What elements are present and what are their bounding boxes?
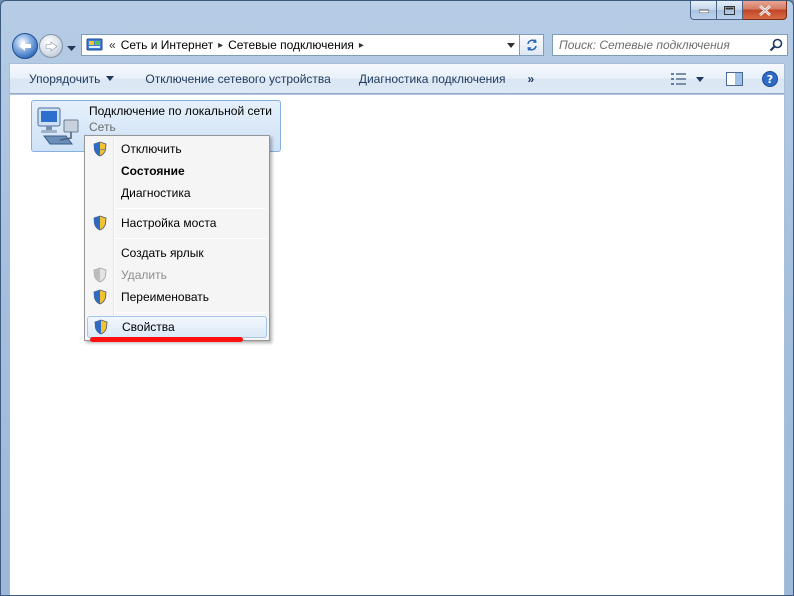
menu-item-diagnostics[interactable]: Диагностика	[87, 182, 267, 204]
menu-item-delete[interactable]: Удалить	[87, 264, 267, 286]
breadcrumb-separator[interactable]: ▸	[354, 40, 369, 51]
back-button[interactable]	[12, 33, 38, 59]
chevron-down-icon	[67, 46, 76, 51]
maximize-icon	[724, 5, 735, 15]
menu-separator	[115, 312, 266, 313]
chevron-down-icon	[106, 76, 115, 81]
uac-shield-icon	[87, 141, 113, 157]
menu-separator	[115, 238, 266, 239]
menu-item-properties[interactable]: Свойства	[87, 316, 267, 338]
menu-item-status[interactable]: Состояние	[87, 160, 267, 182]
breadcrumb-separator[interactable]: ▸	[213, 40, 228, 51]
menu-item-label: Свойства	[122, 320, 175, 334]
minimize-button[interactable]	[690, 1, 717, 20]
diagnose-connection-button[interactable]: Диагностика подключения	[341, 72, 516, 86]
search-placeholder[interactable]: Поиск: Сетевые подключения	[553, 38, 765, 52]
menu-item-create-shortcut[interactable]: Создать ярлык	[87, 242, 267, 264]
chevron-down-icon	[696, 76, 704, 82]
breadcrumb-network-connections[interactable]: Сетевые подключения	[228, 38, 354, 52]
organize-button[interactable]: Упорядочить	[10, 72, 124, 86]
close-icon	[758, 4, 771, 16]
forward-button[interactable]	[39, 34, 63, 58]
menu-item-label: Создать ярлык	[121, 246, 204, 260]
svg-text:?: ?	[767, 73, 773, 86]
refresh-icon	[526, 39, 537, 51]
menu-separator	[115, 208, 266, 209]
connection-status: Сеть	[89, 120, 116, 134]
disconnect-device-button[interactable]: Отключение сетевого устройства	[124, 72, 340, 86]
command-bar: Упорядочить Отключение сетевого устройст…	[9, 63, 785, 94]
control-panel-icon	[86, 37, 104, 53]
refresh-button[interactable]	[520, 34, 544, 56]
view-options-dropdown[interactable]	[696, 69, 704, 89]
forward-arrow-icon	[45, 40, 57, 52]
uac-shield-icon	[87, 289, 113, 305]
disconnect-device-label: Отключение сетевого устройства	[145, 71, 331, 86]
more-commands-button[interactable]: »	[516, 72, 545, 86]
menu-item-bridge[interactable]: Настройка моста	[87, 212, 267, 234]
help-icon: ?	[762, 71, 778, 87]
menu-item-rename[interactable]: Переименовать	[87, 286, 267, 308]
back-arrow-icon	[19, 41, 31, 51]
context-menu: Отключить Состояние Диагностика Настройк…	[84, 135, 270, 341]
help-button[interactable]: ?	[762, 69, 778, 89]
search-box[interactable]: Поиск: Сетевые подключения	[552, 34, 788, 56]
minimize-icon	[698, 9, 709, 13]
caption-buttons	[690, 1, 787, 21]
organize-label: Упорядочить	[29, 71, 101, 86]
menu-item-label: Настройка моста	[121, 216, 217, 230]
menu-item-label: Диагностика	[121, 186, 191, 200]
search-icon[interactable]	[765, 38, 787, 52]
menu-item-disable[interactable]: Отключить	[87, 138, 267, 160]
details-view-icon	[671, 73, 686, 85]
uac-shield-icon	[88, 319, 114, 335]
address-bar[interactable]: « Сеть и Интернет ▸ Сетевые подключения …	[81, 34, 520, 56]
menu-item-label: Переименовать	[121, 290, 209, 304]
highlight-underline	[90, 337, 243, 342]
close-button[interactable]	[743, 1, 787, 20]
diagnose-connection-label: Диагностика подключения	[358, 71, 506, 86]
connection-name: Подключение по локальной сети	[89, 104, 272, 118]
address-dropdown-button[interactable]	[503, 35, 519, 55]
more-commands-label: »	[527, 71, 535, 86]
change-view-button[interactable]	[671, 69, 689, 89]
recent-pages-button[interactable]	[67, 41, 76, 55]
network-adapter-icon	[36, 106, 84, 151]
uac-shield-icon	[87, 267, 113, 283]
menu-item-label: Удалить	[121, 268, 167, 282]
address-overflow[interactable]: «	[104, 38, 121, 52]
menu-item-label: Отключить	[121, 142, 182, 156]
maximize-button[interactable]	[717, 1, 743, 20]
breadcrumb-network-internet[interactable]: Сеть и Интернет	[121, 38, 213, 52]
menu-item-label: Состояние	[121, 164, 185, 178]
preview-pane-icon	[726, 72, 743, 86]
chevron-down-icon	[507, 42, 515, 48]
navigation-bar: « Сеть и Интернет ▸ Сетевые подключения …	[9, 29, 788, 61]
explorer-window: « Сеть и Интернет ▸ Сетевые подключения …	[0, 0, 794, 596]
uac-shield-icon	[87, 215, 113, 231]
preview-pane-button[interactable]	[726, 69, 743, 89]
